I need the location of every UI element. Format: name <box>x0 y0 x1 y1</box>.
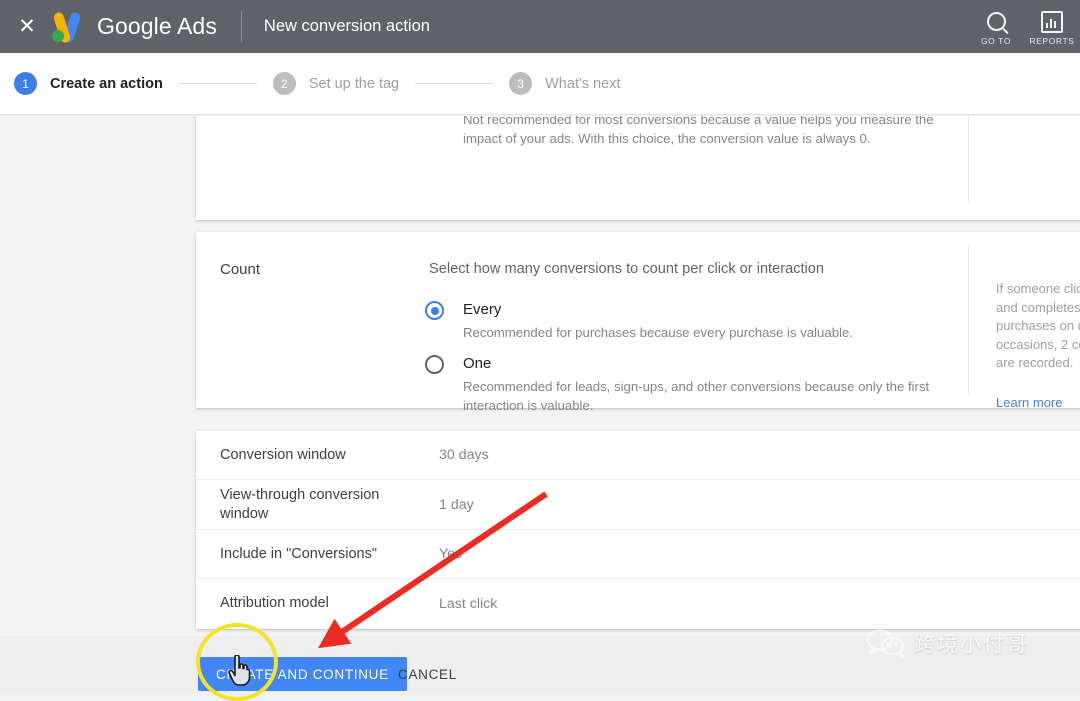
count-side-note: If someone clicks your ad and completes … <box>996 281 1080 370</box>
cancel-button[interactable]: CANCEL <box>390 657 465 691</box>
step-connector-1 <box>178 83 257 84</box>
summary-key: View-through conversion window <box>220 486 380 522</box>
count-option-one-desc: Recommended for leads, sign-ups, and oth… <box>463 379 930 413</box>
count-section-label: Count <box>220 261 261 278</box>
wechat-icon <box>867 629 905 658</box>
summary-key: Attribution model <box>220 595 329 611</box>
summary-value: 30 days <box>439 447 489 463</box>
count-option-one-label: One <box>463 355 492 372</box>
learn-more-link[interactable]: Learn more <box>996 395 1062 410</box>
value-option-dont-use-value-desc: Not recommended for most conversions bec… <box>463 116 934 146</box>
step-connector-2 <box>415 83 494 84</box>
appbar-divider <box>240 11 242 42</box>
step-whats-next[interactable]: 3 What's next <box>509 72 620 95</box>
summary-key: Conversion window <box>220 446 346 463</box>
step-1-number: 1 <box>14 72 37 95</box>
radio-one[interactable] <box>425 355 444 374</box>
table-row[interactable]: Include in "Conversions" Yes <box>196 530 1080 579</box>
step-1-label: Create an action <box>50 75 163 92</box>
app-bar: ✕ Google Ads New conversion action GO TO… <box>0 0 1080 53</box>
step-set-up-the-tag[interactable]: 2 Set up the tag <box>272 72 400 95</box>
step-2-number: 2 <box>272 72 296 95</box>
count-options: Every Recommended for purchases because … <box>425 300 953 415</box>
go-to-label: GO TO <box>980 35 1012 46</box>
count-section-intro: Select how many conversions to count per… <box>429 261 825 277</box>
reports-label: REPORTS <box>1029 35 1075 46</box>
summary-value: 1 day <box>439 496 474 513</box>
summary-card: Conversion window 30 days View-through c… <box>196 431 1080 629</box>
form-content: Use different values for each conversion… <box>0 116 1080 636</box>
table-row[interactable]: Conversion window 30 days <box>196 431 1080 480</box>
count-card-divider <box>968 246 969 394</box>
value-option-dont-use-value[interactable]: Don't use a value for this conversion (n… <box>425 116 953 148</box>
google-ads-logo-icon <box>50 10 86 44</box>
brand-title: Google Ads <box>97 13 217 39</box>
step-3-label: What's next <box>545 75 621 92</box>
create-and-continue-button[interactable]: CREATE AND CONTINUE <box>198 657 407 691</box>
step-create-an-action[interactable]: 1 Create an action <box>14 72 163 95</box>
reports-button[interactable]: REPORTS <box>1024 8 1080 46</box>
count-option-every[interactable]: Every Recommended for purchases because … <box>425 300 953 342</box>
close-icon[interactable]: ✕ <box>10 10 44 44</box>
summary-value: Yes <box>439 546 463 562</box>
step-2-label: Set up the tag <box>308 75 400 92</box>
step-3-number: 3 <box>509 72 533 95</box>
radio-every[interactable] <box>425 301 444 320</box>
table-row[interactable]: Attribution model Last click <box>196 579 1080 628</box>
table-row[interactable]: View-through conversion window 1 day <box>196 480 1080 530</box>
value-card-divider <box>968 116 969 202</box>
count-option-every-desc: Recommended for purchases because every … <box>463 325 853 340</box>
reports-bar-chart-icon <box>1041 10 1063 34</box>
watermark-text: 跨境小付哥 <box>914 632 1029 656</box>
count-option-every-label: Every <box>463 301 502 318</box>
summary-value: Last click <box>439 595 498 612</box>
go-to-button[interactable]: GO TO <box>968 8 1024 46</box>
count-card: Count Select how many conversions to cou… <box>196 232 1080 413</box>
count-option-one[interactable]: One Recommended for leads, sign-ups, and… <box>425 354 953 415</box>
page-title: New conversion action <box>263 17 430 35</box>
summary-key: Include in "Conversions" <box>220 545 377 562</box>
stepper: 1 Create an action 2 Set up the tag 3 Wh… <box>0 53 1080 115</box>
search-icon <box>986 10 1006 34</box>
value-card: Use different values for each conversion… <box>196 116 1080 220</box>
watermark: 跨境小付哥 <box>866 628 1029 658</box>
